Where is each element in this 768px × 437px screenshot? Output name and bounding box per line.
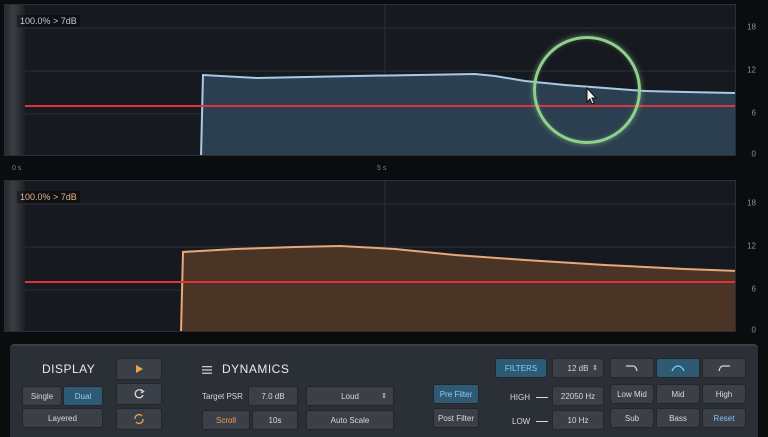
left-meter-strip (5, 5, 25, 155)
low-cut-divider (536, 421, 548, 422)
refresh-icon (134, 388, 145, 399)
select-arrows-icon: ⇕ (381, 393, 387, 400)
preset-low-mid-button[interactable]: Low Mid (610, 384, 654, 404)
display-heading: DISPLAY (42, 362, 96, 376)
y-tick: 18 (747, 22, 756, 32)
loudness-mode-select[interactable]: Loud ⇕ (306, 386, 394, 406)
bottom-y-axis: 18 12 6 0 (738, 180, 768, 335)
y-tick: 18 (747, 198, 756, 208)
bottom-dynamics-graph[interactable]: 100.0% > 7dB (4, 180, 736, 332)
peak-readout: 100.0% > 7dB (17, 191, 80, 203)
y-tick: 0 (751, 149, 756, 159)
filters-toggle-button[interactable]: FILTERS (495, 358, 547, 378)
high-cut-divider (536, 397, 548, 398)
preset-high-button[interactable]: High (702, 384, 746, 404)
y-tick: 6 (751, 284, 756, 294)
y-tick: 12 (747, 241, 756, 251)
bandpass-shape-button[interactable] (656, 358, 700, 378)
dual-view-button[interactable]: Dual (63, 386, 103, 406)
bottom-psr-area (181, 246, 735, 331)
time-axis: 0 s 5 s (4, 158, 736, 176)
pre-filter-button[interactable]: Pre Filter (433, 384, 479, 404)
peak-readout: 100.0% > 7dB (17, 15, 80, 27)
play-icon (136, 365, 143, 373)
bandpass-curve-icon (671, 365, 685, 372)
menu-icon[interactable] (202, 366, 212, 374)
auto-scale-button[interactable]: Auto Scale (306, 410, 394, 430)
bottom-graph-canvas (5, 181, 735, 331)
reset-button[interactable] (116, 383, 162, 405)
y-tick: 6 (751, 108, 756, 118)
filter-slope-value: 12 dB (567, 363, 589, 373)
low-cut-label: LOW (512, 417, 531, 426)
lowpass-curve-icon (626, 365, 638, 372)
time-tick: 5 s (377, 165, 387, 172)
preset-mid-button[interactable]: Mid (656, 384, 700, 404)
mouse-cursor-icon (586, 87, 598, 105)
top-psr-area (201, 74, 735, 155)
dynamics-heading: DYNAMICS (222, 362, 290, 376)
low-cut-field[interactable]: 10 Hz (552, 410, 604, 430)
select-arrows-icon: ⇕ (592, 365, 598, 372)
loop-icon (134, 414, 144, 424)
single-view-button[interactable]: Single (22, 386, 62, 406)
preset-reset-button[interactable]: Reset (702, 408, 746, 428)
post-filter-button[interactable]: Post Filter (433, 408, 479, 428)
scroll-time-field[interactable]: 10s (252, 410, 298, 430)
top-y-axis: 18 12 6 0 (738, 4, 768, 159)
preset-sub-button[interactable]: Sub (610, 408, 654, 428)
preset-bass-button[interactable]: Bass (656, 408, 700, 428)
y-tick: 0 (751, 325, 756, 335)
highpass-curve-icon (718, 365, 730, 372)
play-button[interactable] (116, 358, 162, 380)
highpass-shape-button[interactable] (702, 358, 746, 378)
layered-view-button[interactable]: Layered (22, 408, 103, 428)
time-tick: 0 s (12, 165, 22, 172)
target-psr-field[interactable]: 7.0 dB (248, 386, 298, 406)
loudness-mode-value: Loud (341, 391, 359, 401)
y-tick: 12 (747, 65, 756, 75)
high-cut-field[interactable]: 22050 Hz (552, 386, 604, 406)
high-cut-label: HIGH (510, 393, 530, 402)
left-meter-strip (5, 181, 25, 331)
lowpass-shape-button[interactable] (610, 358, 654, 378)
controls-panel: DISPLAY Single Dual Layered DYNAMICS Tar… (10, 344, 758, 437)
loop-button[interactable] (116, 408, 162, 430)
filter-slope-select[interactable]: 12 dB ⇕ (552, 358, 604, 378)
scroll-button[interactable]: Scroll (202, 410, 250, 430)
target-psr-label: Target PSR (202, 392, 243, 401)
